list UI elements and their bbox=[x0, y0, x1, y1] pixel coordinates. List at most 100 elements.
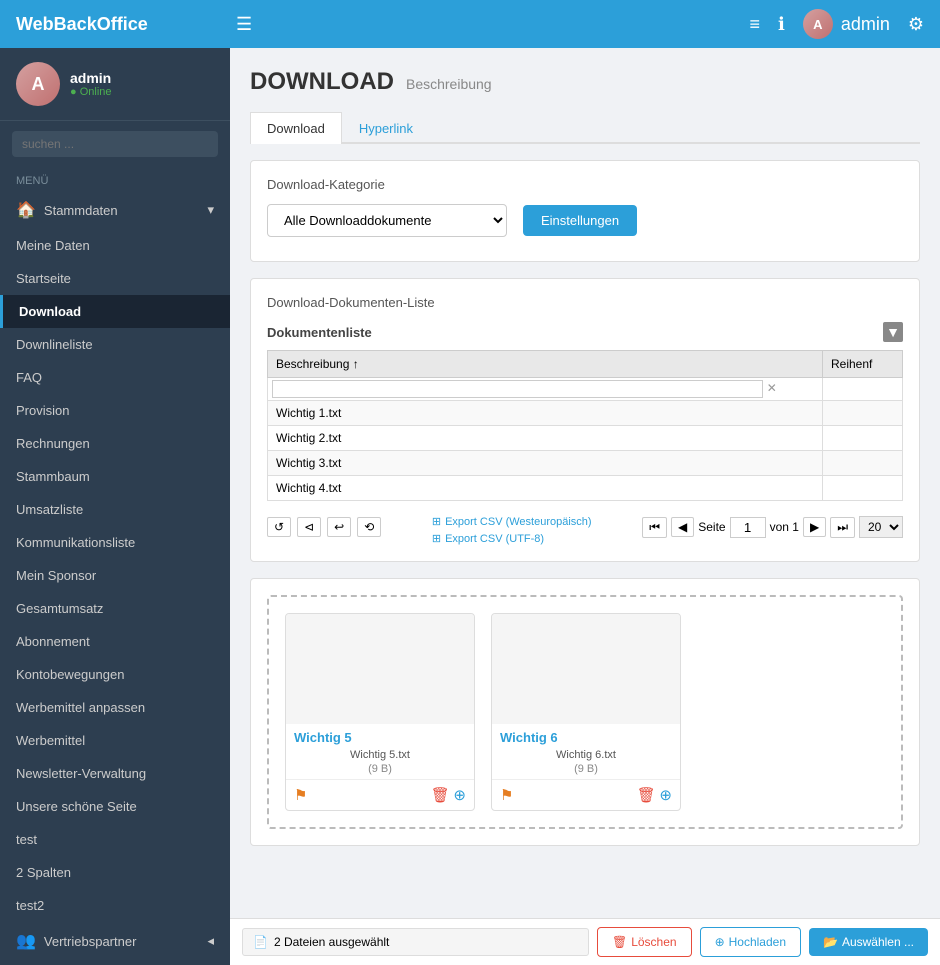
file-flag-button-2[interactable]: ⚑ bbox=[500, 786, 513, 804]
admin-avatar: A bbox=[803, 9, 833, 39]
clear-filter-button[interactable]: ✕ bbox=[767, 381, 777, 395]
refresh-button[interactable]: ↺ bbox=[267, 517, 291, 537]
gesamtumsatz-label: Gesamtumsatz bbox=[16, 601, 103, 616]
newsletter-label: Newsletter-Verwaltung bbox=[16, 766, 146, 781]
menu-toggle-icon[interactable]: ☰ bbox=[236, 14, 252, 35]
chevron-down-icon: ▾ bbox=[207, 202, 214, 218]
content-wrapper: DOWNLOAD Beschreibung Download Hyperlink… bbox=[230, 48, 940, 965]
export-area: ⊞ Export CSV (Westeuropäisch) ⊞ Export C… bbox=[432, 515, 592, 545]
file-icon: 📄 bbox=[253, 935, 268, 949]
select-button[interactable]: 📂 Auswählen ... bbox=[809, 928, 928, 956]
menu-label: Menü bbox=[0, 167, 230, 191]
file-download-button-2[interactable]: ⊕ bbox=[659, 786, 672, 804]
einstellungen-button[interactable]: Einstellungen bbox=[523, 205, 637, 236]
sidebar-item-test2[interactable]: test2 bbox=[0, 889, 230, 922]
stammbaum-label: Stammbaum bbox=[16, 469, 90, 484]
sidebar-item-provision[interactable]: Provision bbox=[0, 394, 230, 427]
undo-button[interactable]: ⟲ bbox=[357, 517, 381, 537]
file-drop-area[interactable]: Wichtig 5 Wichtig 5.txt (9 B) ⚑ 🗑 ⊕ bbox=[267, 595, 903, 829]
search-input[interactable] bbox=[12, 131, 218, 157]
umsatzliste-label: Umsatzliste bbox=[16, 502, 83, 517]
sidebar-item-download[interactable]: Download bbox=[0, 295, 230, 328]
page-number-input[interactable] bbox=[730, 517, 766, 538]
delete-button[interactable]: 🗑 Löschen bbox=[597, 927, 692, 957]
sidebar-item-kommunikationsliste[interactable]: Kommunikationsliste bbox=[0, 526, 230, 559]
collapse-button[interactable]: ▼ bbox=[883, 322, 903, 342]
sidebar-item-kunden[interactable]: 👤 Kunden ◂ bbox=[0, 960, 230, 965]
werbemittel-anpassen-label: Werbemittel anpassen bbox=[16, 700, 145, 715]
chevron-left-icon: ◂ bbox=[207, 933, 214, 949]
download-kategorie-title: Download-Kategorie bbox=[267, 177, 903, 192]
sidebar-item-faq[interactable]: FAQ bbox=[0, 361, 230, 394]
kontobewegungen-label: Kontobewegungen bbox=[16, 667, 124, 682]
sidebar-item-abonnement[interactable]: Abonnement bbox=[0, 625, 230, 658]
sidebar-item-rechnungen[interactable]: Rechnungen bbox=[0, 427, 230, 460]
file-delete-button-1[interactable]: 🗑 bbox=[431, 786, 450, 804]
page-first-button[interactable]: ⏮ bbox=[642, 517, 667, 538]
page-header: DOWNLOAD Beschreibung bbox=[250, 68, 920, 96]
row-description: Wichtig 2.txt bbox=[268, 426, 823, 451]
sidebar-item-unsere-seite[interactable]: Unsere schöne Seite bbox=[0, 790, 230, 823]
file-flag-button-1[interactable]: ⚑ bbox=[294, 786, 307, 804]
page-next-button[interactable]: ▶ bbox=[803, 517, 826, 537]
mein-sponsor-label: Mein Sponsor bbox=[16, 568, 96, 583]
sidebar-item-vertriebspartner[interactable]: 👥 Vertriebspartner ◂ bbox=[0, 922, 230, 960]
page-title: DOWNLOAD bbox=[250, 68, 394, 96]
vertriebspartner-icon: 👥 bbox=[16, 931, 36, 951]
file-card-2: Wichtig 6 Wichtig 6.txt (9 B) ⚑ 🗑 ⊕ bbox=[491, 613, 681, 811]
file-title-1: Wichtig 5 bbox=[286, 724, 474, 747]
sidebar-item-downlineliste[interactable]: Downlineliste bbox=[0, 328, 230, 361]
sidebar-item-mein-sponsor[interactable]: Mein Sponsor bbox=[0, 559, 230, 592]
gear-icon[interactable]: ⚙ bbox=[908, 14, 924, 35]
sidebar-item-stammbaum[interactable]: Stammbaum bbox=[0, 460, 230, 493]
table-footer: ↺ ⊲ ↩ ⟲ ⊞ Export CSV (Westeuropäisch) ⊞ … bbox=[267, 509, 903, 545]
sidebar-item-gesamtumsatz[interactable]: Gesamtumsatz bbox=[0, 592, 230, 625]
admin-area[interactable]: A admin bbox=[803, 9, 890, 39]
page-prev-button[interactable]: ◀ bbox=[671, 517, 694, 537]
main-layout: A admin ● Online Menü 🏠 Stammdaten ▾ Mei… bbox=[0, 48, 940, 965]
table-header-row: Dokumentenliste ▼ bbox=[267, 322, 903, 342]
row-reihenfolge bbox=[823, 451, 903, 476]
upload-icon: ⊕ bbox=[715, 935, 725, 949]
tab-hyperlink[interactable]: Hyperlink bbox=[342, 112, 430, 144]
col-reihenfolge: Reihenf bbox=[823, 351, 903, 378]
sidebar-item-newsletter[interactable]: Newsletter-Verwaltung bbox=[0, 757, 230, 790]
export-csv-west-link[interactable]: ⊞ Export CSV (Westeuropäisch) bbox=[432, 515, 592, 528]
table-row: Wichtig 3.txt bbox=[268, 451, 903, 476]
file-size-2: (9 B) bbox=[492, 763, 680, 779]
provision-label: Provision bbox=[16, 403, 69, 418]
page-last-button[interactable]: ⏭ bbox=[830, 517, 855, 538]
document-list-card: Download-Dokumenten-Liste Dokumentenlist… bbox=[250, 278, 920, 562]
sidebar-item-stammdaten[interactable]: 🏠 Stammdaten ▾ bbox=[0, 191, 230, 229]
sidebar-item-test[interactable]: test bbox=[0, 823, 230, 856]
info-icon[interactable]: ℹ bbox=[778, 14, 785, 35]
export-csv-utf8-link[interactable]: ⊞ Export CSV (UTF-8) bbox=[432, 532, 592, 545]
file-size-1: (9 B) bbox=[286, 763, 474, 779]
list-icon[interactable]: ≡ bbox=[749, 14, 760, 35]
sidebar-item-werbemittel-anpassen[interactable]: Werbemittel anpassen bbox=[0, 691, 230, 724]
beschreibung-filter-input[interactable] bbox=[272, 380, 763, 398]
first-button[interactable]: ⊲ bbox=[297, 517, 321, 537]
col-beschreibung: Beschreibung ↑ bbox=[268, 351, 823, 378]
file-download-button-1[interactable]: ⊕ bbox=[453, 786, 466, 804]
tab-download[interactable]: Download bbox=[250, 112, 342, 144]
downlineliste-label: Downlineliste bbox=[16, 337, 93, 352]
kategorie-dropdown[interactable]: Alle Downloaddokumente bbox=[267, 204, 507, 237]
upload-button[interactable]: ⊕ Hochladen bbox=[700, 927, 801, 957]
sidebar-item-2spalten[interactable]: 2 Spalten bbox=[0, 856, 230, 889]
per-page-select[interactable]: 20 bbox=[859, 516, 903, 538]
page-label: Seite bbox=[698, 520, 725, 534]
file-name-2: Wichtig 6.txt bbox=[492, 747, 680, 763]
sidebar-item-startseite[interactable]: Startseite bbox=[0, 262, 230, 295]
sidebar-item-meine-daten[interactable]: Meine Daten bbox=[0, 229, 230, 262]
sidebar-item-werbemittel[interactable]: Werbemittel bbox=[0, 724, 230, 757]
user-info: admin ● Online bbox=[70, 70, 112, 98]
von-label: von 1 bbox=[770, 520, 799, 534]
file-delete-button-2[interactable]: 🗑 bbox=[637, 786, 656, 804]
sidebar-item-kontobewegungen[interactable]: Kontobewegungen bbox=[0, 658, 230, 691]
sidebar-item-umsatzliste[interactable]: Umsatzliste bbox=[0, 493, 230, 526]
back-button[interactable]: ↩ bbox=[327, 517, 351, 537]
row-reihenfolge bbox=[823, 401, 903, 426]
stammdaten-label: Stammdaten bbox=[44, 203, 118, 218]
export-icon2: ⊞ bbox=[432, 532, 441, 545]
